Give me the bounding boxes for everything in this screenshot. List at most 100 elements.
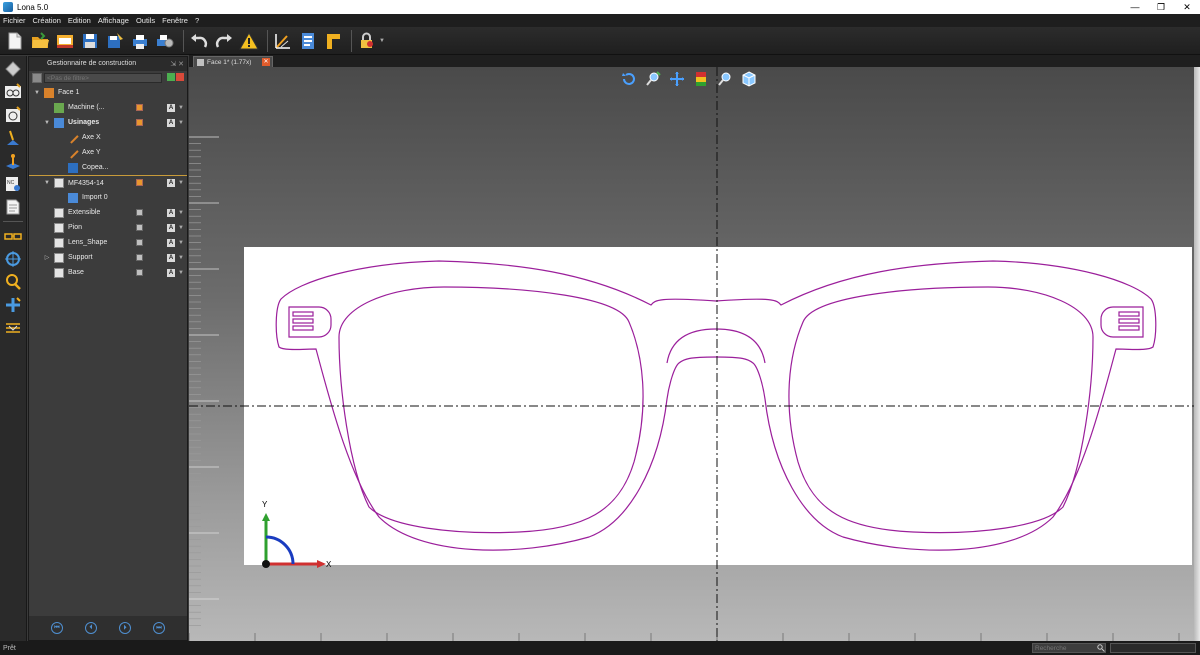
target-view-button[interactable]	[2, 249, 24, 269]
view-glasses-button[interactable]	[2, 226, 24, 246]
document-button[interactable]	[2, 197, 24, 217]
restore-button[interactable]: ❐	[1148, 0, 1174, 14]
tree-row[interactable]: Machine (... A ▼	[29, 100, 187, 115]
undo-button[interactable]	[188, 30, 210, 52]
tree-row[interactable]: ▼ Usinages A ▼	[29, 115, 187, 130]
rotate-icon[interactable]	[621, 71, 637, 87]
tab-close-icon[interactable]: ✕	[262, 58, 270, 66]
align-view-button[interactable]	[2, 318, 24, 338]
menu-affichage[interactable]: Affichage	[98, 16, 129, 25]
info-button[interactable]	[297, 30, 319, 52]
attribute-a-button[interactable]: A	[167, 268, 175, 277]
attribute-dropdown-icon[interactable]: ▼	[178, 240, 184, 246]
attribute-dropdown-icon[interactable]: ▼	[178, 225, 184, 231]
minimize-button[interactable]: —	[1122, 0, 1148, 14]
menu-fichier[interactable]: Fichier	[3, 16, 26, 25]
attribute-a-button[interactable]: A	[167, 208, 175, 217]
shape-tool-button[interactable]	[2, 59, 24, 79]
menu-fenetre[interactable]: Fenêtre	[162, 16, 188, 25]
pan-icon[interactable]	[669, 71, 685, 87]
filter-icon[interactable]	[32, 73, 42, 83]
menu-help[interactable]: ?	[195, 16, 199, 25]
attribute-a-button[interactable]: A	[167, 103, 175, 112]
attribute-dropdown-icon[interactable]: ▼	[178, 210, 184, 216]
menu-edition[interactable]: Edition	[68, 16, 91, 25]
first-button[interactable]: ⏮	[51, 622, 63, 634]
tree-row[interactable]: ▷ Support A ▼	[29, 250, 187, 265]
new-file-button[interactable]	[4, 30, 26, 52]
corner-button[interactable]	[322, 30, 344, 52]
attribute-a-button[interactable]: A	[167, 179, 175, 187]
nc-code-button[interactable]: NC	[2, 174, 24, 194]
move-view-button[interactable]	[2, 295, 24, 315]
menu-creation[interactable]: Création	[33, 16, 61, 25]
expand-arrow-icon[interactable]: ▼	[43, 180, 51, 186]
redo-button[interactable]	[213, 30, 235, 52]
tree-row[interactable]: Extensible A ▼	[29, 205, 187, 220]
joystick-button[interactable]	[2, 151, 24, 171]
visibility-toggle-icon[interactable]	[136, 118, 144, 127]
search-icon[interactable]	[1097, 644, 1105, 652]
attribute-a-button[interactable]: A	[167, 253, 175, 262]
tree-row[interactable]: Lens_Shape A ▼	[29, 235, 187, 250]
menu-outils[interactable]: Outils	[136, 16, 155, 25]
zoom-fit-icon[interactable]	[717, 71, 733, 87]
last-button[interactable]: ⏭	[153, 622, 165, 634]
visibility-toggle-icon[interactable]	[136, 179, 144, 187]
attribute-a-button[interactable]: A	[167, 223, 175, 232]
main-toolbar: ▼	[0, 27, 1200, 55]
attribute-dropdown-icon[interactable]: ▼	[178, 180, 184, 186]
close-button[interactable]: ✕	[1174, 0, 1200, 14]
visibility-toggle-icon[interactable]	[136, 268, 144, 277]
tree-row[interactable]: ▼ MF4354-14 A ▼	[29, 175, 187, 190]
tree-row[interactable]: Axe Y	[29, 145, 187, 160]
tab-face-1[interactable]: Face 1* (1.77x) ✕	[193, 56, 273, 67]
tree-row[interactable]: Import 0	[29, 190, 187, 205]
search-input[interactable]	[1032, 643, 1106, 653]
tree-row[interactable]: Pion A ▼	[29, 220, 187, 235]
lock-dropdown-icon[interactable]: ▼	[379, 38, 385, 44]
cube-view-icon[interactable]	[741, 71, 757, 87]
attribute-dropdown-icon[interactable]: ▼	[178, 120, 184, 126]
drawing-viewport[interactable]: Y X	[189, 67, 1200, 641]
attribute-dropdown-icon[interactable]: ▼	[178, 255, 184, 261]
attribute-dropdown-icon[interactable]: ▼	[178, 105, 184, 111]
glasses-template-button[interactable]	[2, 82, 24, 102]
lens-template-button[interactable]	[2, 105, 24, 125]
expand-arrow-icon[interactable]: ▼	[43, 120, 51, 126]
tree-row[interactable]: Copea...	[29, 160, 187, 175]
zoom-in-icon[interactable]	[645, 71, 661, 87]
next-button[interactable]: ⏵	[119, 622, 131, 634]
warning-button[interactable]	[238, 30, 260, 52]
tree-row[interactable]: ▼ Face 1	[29, 85, 187, 100]
expand-arrow-icon[interactable]: ▷	[43, 254, 51, 261]
glasses-template-icon	[5, 83, 21, 98]
measure-button[interactable]	[272, 30, 294, 52]
tree-row[interactable]: Axe X	[29, 130, 187, 145]
layers-icon[interactable]	[693, 71, 709, 87]
import-button[interactable]	[54, 30, 76, 52]
panel-header-buttons[interactable]: ⇲ ✕	[170, 58, 184, 72]
open-folder-button[interactable]	[29, 30, 51, 52]
attribute-a-button[interactable]: A	[167, 118, 175, 127]
filter-input[interactable]	[44, 73, 162, 83]
visibility-toggle-icon[interactable]	[136, 253, 144, 262]
tool-path-button[interactable]	[2, 128, 24, 148]
previous-button[interactable]: ⏴	[85, 622, 97, 634]
lock-button[interactable]	[356, 30, 378, 52]
zoom-view-button[interactable]	[2, 272, 24, 292]
visibility-toggle-icon[interactable]	[136, 238, 144, 247]
print-settings-button[interactable]	[154, 30, 176, 52]
tree-row[interactable]: Base A ▼	[29, 265, 187, 280]
save-as-button[interactable]	[104, 30, 126, 52]
save-button[interactable]	[79, 30, 101, 52]
filter-clear-icon[interactable]	[176, 73, 184, 81]
expand-arrow-icon[interactable]: ▼	[33, 90, 41, 96]
visibility-toggle-icon[interactable]	[136, 223, 144, 232]
visibility-toggle-icon[interactable]	[136, 103, 144, 112]
attribute-dropdown-icon[interactable]: ▼	[178, 270, 184, 276]
filter-apply-icon[interactable]	[167, 73, 175, 81]
attribute-a-button[interactable]: A	[167, 238, 175, 247]
print-button[interactable]	[129, 30, 151, 52]
visibility-toggle-icon[interactable]	[136, 208, 144, 217]
